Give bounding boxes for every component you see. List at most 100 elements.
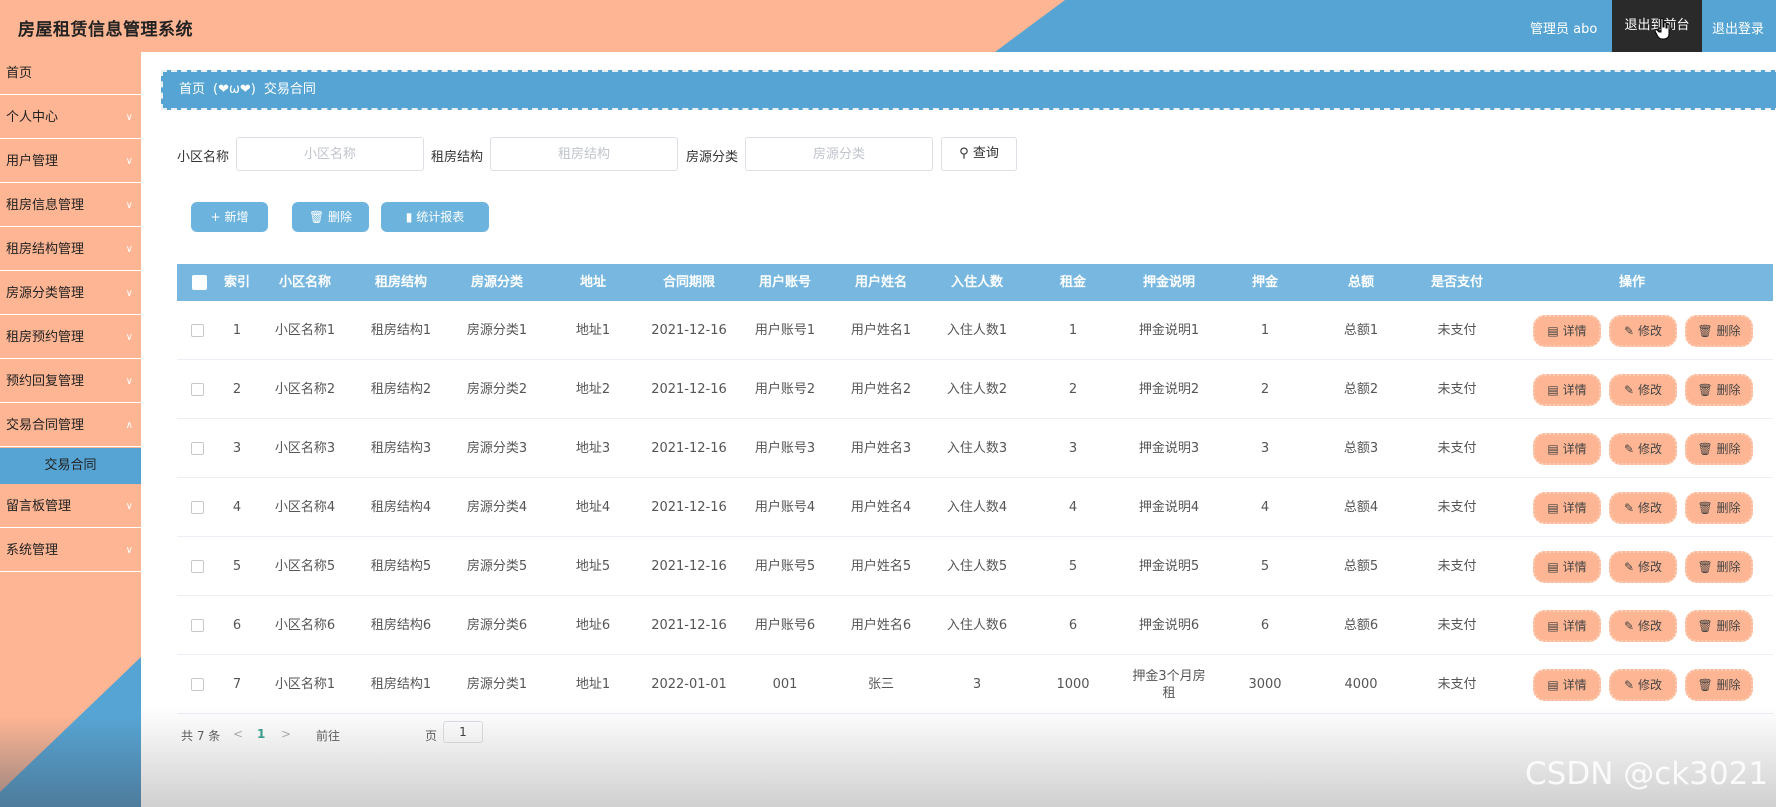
- next-page-icon[interactable]: >: [281, 727, 291, 741]
- cell-total: 总额6: [1343, 618, 1379, 633]
- action-toolbar: + 新增 🗑 删除 ▮ 统计报表: [177, 202, 503, 234]
- sidebar-item-contracts[interactable]: 交易合同管理 ∧: [0, 404, 141, 447]
- select-all-checkbox[interactable]: [192, 275, 207, 290]
- house-category-input[interactable]: [745, 137, 933, 171]
- sidebar-item-profile[interactable]: 个人中心 ∨: [0, 96, 141, 139]
- sidebar-item-booking-reply[interactable]: 预约回复管理 ∨: [0, 360, 141, 403]
- logout-button[interactable]: 退出登录: [1712, 18, 1764, 37]
- add-button[interactable]: + 新增: [191, 202, 268, 232]
- cell-index: 3: [232, 441, 242, 456]
- row-checkbox[interactable]: [190, 619, 204, 632]
- sidebar-item-house-category[interactable]: 房源分类管理 ∨: [0, 272, 141, 315]
- cell-community: 小区名称2: [274, 382, 336, 397]
- edit-button[interactable]: ✎ 修改: [1609, 610, 1677, 642]
- house-category-label: 房源分类: [686, 150, 739, 165]
- detail-button[interactable]: ▤ 详情: [1533, 433, 1601, 465]
- chevron-down-icon: ∨: [125, 501, 133, 512]
- row-checkbox-cell[interactable]: [189, 360, 205, 419]
- cell-term: 2021-12-16: [651, 618, 727, 633]
- cell-deposit-note: 押金说明5: [1138, 559, 1200, 574]
- table-row: 5 小区名称5 租房结构5 房源分类5 地址5 2021-12-16 用户账号5…: [177, 537, 1773, 596]
- sidebar-item-message-board[interactable]: 留言板管理 ∨: [0, 485, 141, 528]
- prev-page-icon[interactable]: <: [233, 727, 243, 741]
- col-occupants: 入住人数: [950, 275, 1003, 290]
- row-checkbox[interactable]: [190, 678, 204, 691]
- cell-paid: 未支付: [1437, 500, 1477, 515]
- delete-button[interactable]: 🗑 删除: [1685, 433, 1753, 465]
- pencil-icon: ✎: [1624, 560, 1635, 574]
- cell-paid: 未支付: [1437, 677, 1477, 692]
- chevron-down-icon: ∨: [125, 376, 133, 387]
- row-checkbox-cell[interactable]: [189, 419, 205, 478]
- row-checkbox-cell[interactable]: [189, 537, 205, 596]
- cell-deposit: 6: [1260, 618, 1270, 633]
- cell-username: 用户姓名2: [850, 382, 912, 397]
- stats-report-button[interactable]: ▮ 统计报表: [381, 202, 489, 232]
- cell-structure: 租房结构5: [370, 559, 432, 574]
- delete-button[interactable]: 🗑 删除: [1685, 669, 1753, 701]
- rental-structure-input[interactable]: [490, 137, 678, 171]
- row-checkbox-cell[interactable]: [189, 301, 205, 360]
- sidebar-item-users[interactable]: 用户管理 ∨: [0, 140, 141, 183]
- edit-button[interactable]: ✎ 修改: [1609, 551, 1677, 583]
- batch-delete-button[interactable]: 🗑 删除: [292, 202, 369, 232]
- edit-button[interactable]: ✎ 修改: [1609, 433, 1677, 465]
- sidebar-shade: [0, 717, 141, 807]
- sidebar-item-home[interactable]: 首页: [0, 52, 141, 95]
- cell-community: 小区名称6: [274, 618, 336, 633]
- detail-button[interactable]: ▤ 详情: [1533, 610, 1601, 642]
- detail-button[interactable]: ▤ 详情: [1533, 315, 1601, 347]
- row-checkbox-cell[interactable]: [189, 596, 205, 655]
- edit-label: 修改: [1637, 501, 1662, 515]
- delete-button[interactable]: 🗑 删除: [1685, 492, 1753, 524]
- edit-button[interactable]: ✎ 修改: [1609, 315, 1677, 347]
- edit-button[interactable]: ✎ 修改: [1609, 492, 1677, 524]
- detail-button[interactable]: ▤ 详情: [1533, 669, 1601, 701]
- page-number-current[interactable]: 1: [257, 727, 265, 741]
- query-button[interactable]: ⚲ 查询: [941, 137, 1017, 171]
- detail-button[interactable]: ▤ 详情: [1533, 374, 1601, 406]
- community-name-input[interactable]: [236, 137, 424, 171]
- cell-structure: 租房结构3: [370, 441, 432, 456]
- row-checkbox[interactable]: [190, 383, 204, 396]
- row-checkbox-cell[interactable]: [189, 655, 205, 714]
- delete-button[interactable]: 🗑 删除: [1685, 610, 1753, 642]
- cell-index: 5: [232, 559, 242, 574]
- sidebar-item-rental-structure[interactable]: 租房结构管理 ∨: [0, 228, 141, 271]
- sidebar-item-rental-info[interactable]: 租房信息管理 ∨: [0, 184, 141, 227]
- sidebar-item-label: 租房信息管理: [6, 198, 85, 213]
- cell-community: 小区名称1: [274, 323, 336, 338]
- col-deposit: 押金: [1251, 275, 1278, 290]
- detail-button[interactable]: ▤ 详情: [1533, 492, 1601, 524]
- header-salmon-band: [0, 0, 1065, 52]
- row-checkbox[interactable]: [190, 442, 204, 455]
- row-checkbox[interactable]: [190, 324, 204, 337]
- chevron-down-icon: ∨: [125, 156, 133, 167]
- chevron-down-icon: ∨: [125, 200, 133, 211]
- edit-button[interactable]: ✎ 修改: [1609, 669, 1677, 701]
- row-checkbox-cell[interactable]: [189, 478, 205, 537]
- delete-button[interactable]: 🗑 删除: [1685, 551, 1753, 583]
- batch-delete-label: 删除: [328, 210, 353, 224]
- breadcrumb-home[interactable]: 首页: [179, 82, 205, 97]
- cell-deposit: 5: [1260, 559, 1270, 574]
- cell-username: 用户姓名5: [850, 559, 912, 574]
- cell-structure: 租房结构2: [370, 382, 432, 397]
- sidebar-item-rental-booking[interactable]: 租房预约管理 ∨: [0, 316, 141, 359]
- sidebar-item-system[interactable]: 系统管理 ∨: [0, 529, 141, 572]
- delete-button[interactable]: 🗑 删除: [1685, 374, 1753, 406]
- page-suffix: 页: [425, 729, 438, 743]
- delete-button[interactable]: 🗑 删除: [1685, 315, 1753, 347]
- chevron-down-icon: ∨: [125, 332, 133, 343]
- cell-deposit-note: 押金3个月房租: [1132, 668, 1206, 701]
- cell-paid: 未支付: [1437, 441, 1477, 456]
- row-checkbox[interactable]: [190, 501, 204, 514]
- cell-rent: 5: [1068, 559, 1078, 574]
- detail-button[interactable]: ▤ 详情: [1533, 551, 1601, 583]
- goto-page-input[interactable]: 1: [443, 721, 483, 743]
- sidebar-item-label: 系统管理: [6, 543, 59, 558]
- row-checkbox[interactable]: [190, 560, 204, 573]
- sidebar-subitem-contract[interactable]: 交易合同: [0, 448, 141, 484]
- edit-button[interactable]: ✎ 修改: [1609, 374, 1677, 406]
- cell-account: 用户账号1: [754, 323, 816, 338]
